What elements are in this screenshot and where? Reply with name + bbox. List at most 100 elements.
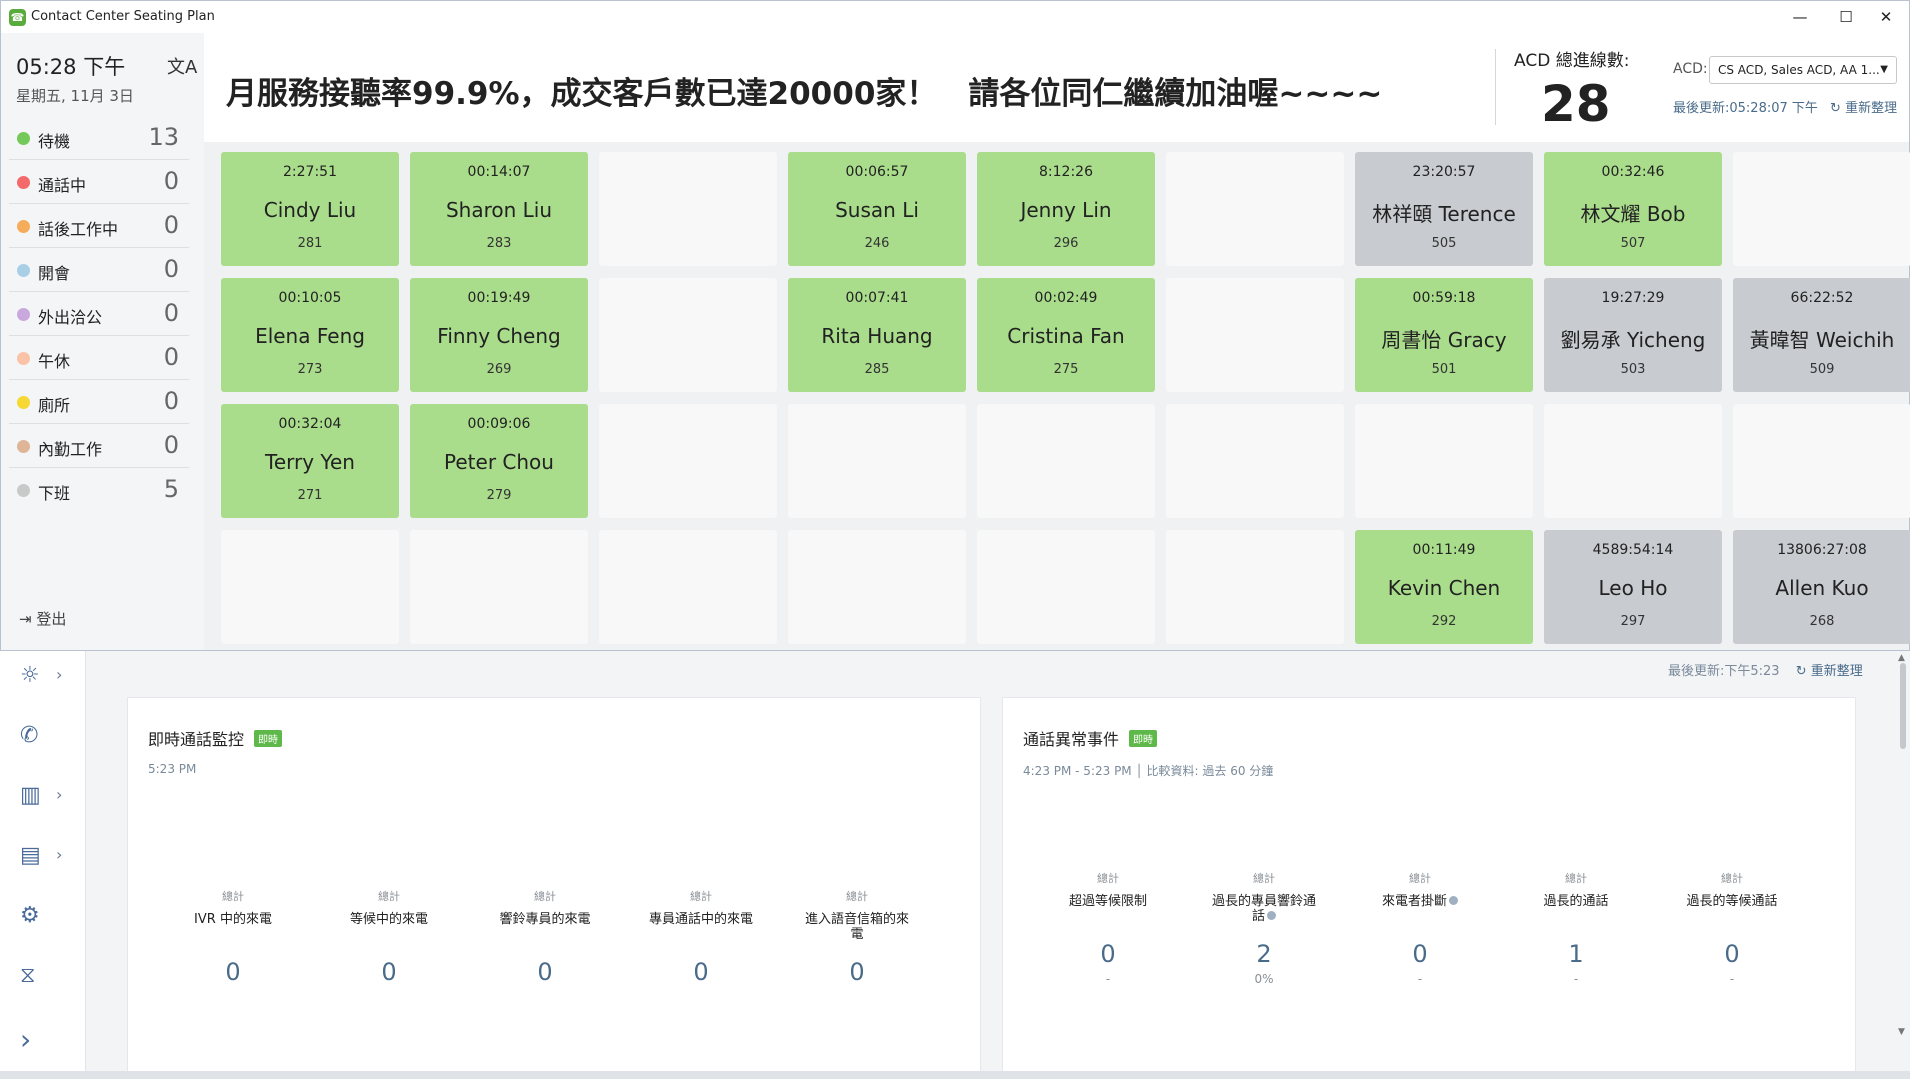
current-time: 05:28 下午	[16, 55, 126, 79]
status-item[interactable]: 下班 5	[9, 468, 189, 512]
logout-icon: ⇥	[19, 610, 32, 628]
seat-agent-name: Kevin Chen	[1387, 576, 1501, 600]
seat-card[interactable]: 23:20:57 林祥頤 Terence 505	[1355, 152, 1533, 266]
seat-card[interactable]: 4589:54:14 Leo Ho 297	[1544, 530, 1722, 644]
logout-label: 登出	[36, 610, 67, 628]
minimize-button[interactable]: —	[1777, 1, 1823, 33]
seat-timer: 00:06:57	[845, 164, 909, 180]
announcement-ticker: 月服務接聽率99.9%，成交客戶數已達20000家！ 請各位同仁繼續加油喔~~~…	[226, 76, 1383, 108]
metric-label-text: 專員通話中的來電	[648, 912, 753, 927]
seat-card[interactable]: 66:22:52 黃暐智 Weichih 509	[1733, 278, 1910, 392]
seat-card[interactable]: 00:32:04 Terry Yen 271	[221, 404, 399, 518]
realtime-call-monitor-card: 即時通話監控 即時 5:23 PM 總計 IVR 中的來電 0 總計 等候中的來電 0 總計響…	[127, 697, 981, 1079]
seat-card[interactable]: 00:07:41 Rita Huang 285	[788, 278, 966, 392]
chevron-right-icon[interactable]: ›	[56, 665, 62, 684]
metric-tile: 總計 等候中的來電 0	[334, 888, 444, 986]
metric-label: 等候中的來電	[334, 912, 444, 944]
nav-rail: ☼ › ✆ ▥ › ▤ › ⚙ ⧖ ›	[0, 651, 86, 1079]
seat-card[interactable]: 00:11:49 Kevin Chen 292	[1355, 530, 1533, 644]
seat-timer: 2:27:51	[283, 164, 337, 180]
metric-label: 過長的專員響鈴通話	[1209, 894, 1319, 926]
status-count: 0	[163, 211, 179, 239]
seat-timer: 00:07:41	[845, 290, 909, 306]
seat-card[interactable]: 00:14:07 Sharon Liu 283	[410, 152, 588, 266]
scroll-down-icon[interactable]: ▼	[1898, 1027, 1905, 1037]
title-bar[interactable]: ☎ Contact Center Seating Plan — ☐ ✕	[1, 1, 1909, 33]
phone-icon[interactable]: ✆	[20, 723, 38, 748]
status-item[interactable]: 開會 0	[9, 248, 189, 292]
seat-agent-name: 劉易承 Yicheng	[1560, 328, 1706, 352]
acd-select[interactable]: CS ACD, Sales ACD, AA 1... ▼	[1709, 56, 1897, 84]
seat-card[interactable]: 2:27:51 Cindy Liu 281	[221, 152, 399, 266]
metric-tile: 總計 過長的通話 1 -	[1521, 870, 1631, 986]
seat-card[interactable]: 00:19:49 Finny Cheng 269	[410, 278, 588, 392]
status-item[interactable]: 廁所 0	[9, 380, 189, 424]
status-dot	[17, 176, 30, 189]
status-item[interactable]: 外出洽公 0	[9, 292, 189, 336]
metric-label-text: 響鈴專員的來電	[499, 912, 591, 927]
seat-card[interactable]: 00:09:06 Peter Chou 279	[410, 404, 588, 518]
chevron-right-icon[interactable]: ›	[56, 785, 62, 804]
handshake-icon[interactable]: ⧖	[20, 963, 35, 988]
status-item[interactable]: 午休 0	[9, 336, 189, 380]
chevron-right-icon[interactable]: ›	[56, 845, 62, 864]
status-item[interactable]: 話後工作中 0	[9, 204, 189, 248]
status-label: 內勤工作	[38, 440, 103, 459]
seat-extension: 505	[1431, 236, 1457, 251]
metric-tile: 總計 超過等候限制 0 -	[1053, 870, 1163, 986]
metric-label: 響鈴專員的來電	[490, 912, 600, 944]
card-title: 即時通話監控 即時	[148, 726, 283, 750]
seat-card[interactable]: 8:12:26 Jenny Lin 296	[977, 152, 1155, 266]
seat-card[interactable]: 19:27:29 劉易承 Yicheng 503	[1544, 278, 1722, 392]
seat-card[interactable]: 00:32:46 林文耀 Bob 507	[1544, 152, 1722, 266]
info-icon[interactable]	[1267, 911, 1276, 920]
status-item[interactable]: 通話中 0	[9, 160, 189, 204]
empty-seat	[1166, 404, 1344, 518]
refresh-button[interactable]: ↻ 重新整理	[1830, 101, 1897, 116]
seat-extension: 501	[1431, 362, 1457, 377]
empty-seat	[599, 530, 777, 644]
status-count: 0	[163, 343, 179, 371]
seat-agent-name: Rita Huang	[821, 324, 933, 348]
seat-card[interactable]: 00:06:57 Susan Li 246	[788, 152, 966, 266]
close-button[interactable]: ✕	[1863, 1, 1909, 33]
status-item[interactable]: 待機 13	[9, 116, 189, 160]
refresh-icon: ↻	[1830, 101, 1841, 116]
status-label: 開會	[38, 264, 71, 283]
lightbulb-icon[interactable]: ☼	[20, 663, 40, 688]
seat-agent-name: 林文耀 Bob	[1580, 202, 1686, 226]
dashboard-refresh-button[interactable]: ↻ 重新整理	[1796, 664, 1863, 679]
seat-card[interactable]: 00:10:05 Elena Feng 273	[221, 278, 399, 392]
empty-seat	[977, 530, 1155, 644]
metric-tile: 總計 來電者掛斷 0 -	[1365, 870, 1475, 986]
seat-extension: 273	[297, 362, 323, 377]
info-icon[interactable]	[1449, 896, 1458, 905]
realtime-badge: 即時	[1129, 730, 1158, 747]
metric-label-text: IVR 中的來電	[194, 912, 272, 927]
scrollbar-thumb[interactable]	[1900, 663, 1906, 749]
empty-seat	[977, 404, 1155, 518]
translate-icon[interactable]: 文A	[167, 53, 197, 79]
seat-card[interactable]: 00:59:18 周書怡 Gracy 501	[1355, 278, 1533, 392]
chart-icon[interactable]: ▥	[20, 783, 41, 808]
scroll-up-icon[interactable]: ▲	[1898, 653, 1905, 663]
metric-caption: 總計	[222, 890, 244, 903]
acd-total-count: 28	[1541, 75, 1611, 133]
seat-agent-name: Finny Cheng	[437, 324, 561, 348]
status-count: 0	[163, 167, 179, 195]
empty-seat	[410, 530, 588, 644]
status-item[interactable]: 內勤工作 0	[9, 424, 189, 468]
report-icon[interactable]: ▤	[20, 843, 41, 868]
logout-button[interactable]: ⇥ 登出	[19, 608, 66, 629]
seat-card[interactable]: 13806:27:08 Allen Kuo 268	[1733, 530, 1910, 644]
seat-card[interactable]: 00:02:49 Cristina Fan 275	[977, 278, 1155, 392]
card-title-text: 即時通話監控	[148, 730, 245, 749]
card-title: 通話異常事件 即時	[1023, 726, 1158, 750]
card-subtitle: 4:23 PM - 5:23 PM │ 比較資料: 過去 60 分鐘	[1023, 764, 1274, 778]
seat-agent-name: 周書怡 Gracy	[1381, 328, 1507, 352]
window-title: Contact Center Seating Plan	[31, 9, 215, 24]
realtime-badge: 即時	[254, 730, 283, 747]
expand-rail-icon[interactable]: ›	[20, 1023, 31, 1056]
gear-icon[interactable]: ⚙	[20, 903, 40, 928]
seat-extension: 269	[486, 362, 512, 377]
